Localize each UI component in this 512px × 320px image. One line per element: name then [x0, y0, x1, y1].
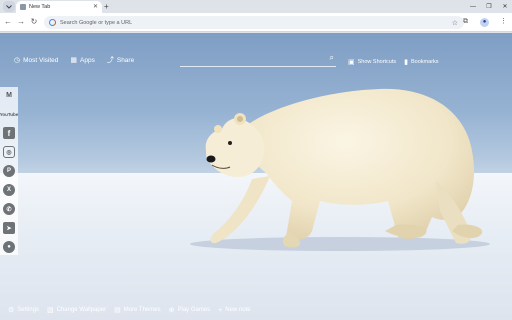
x-icon[interactable]: X	[3, 184, 15, 196]
play-games-label: Play Games	[177, 307, 211, 313]
show-shortcuts-label: Show Shortcuts	[357, 59, 397, 65]
reload-icon[interactable]: ↻	[29, 17, 39, 27]
more-themes-label: More Themes	[123, 307, 161, 313]
bookmark-icon: ▮	[404, 59, 409, 66]
search-icon[interactable]: ⌕	[330, 53, 334, 63]
close-icon[interactable]: ✕	[93, 4, 98, 10]
reddit-icon[interactable]: ●	[3, 241, 15, 253]
tab-favicon-icon	[20, 4, 26, 10]
back-icon[interactable]: ←	[3, 17, 13, 27]
games-icon: ⊕	[168, 307, 175, 314]
apps-icon: ▦	[70, 57, 78, 64]
play-games-button[interactable]: ⊕ Play Games	[169, 306, 211, 314]
themes-icon: ▤	[114, 307, 121, 314]
address-placeholder: Search Google or type a URL	[60, 19, 133, 26]
pinterest-icon[interactable]: P	[3, 165, 15, 177]
google-icon	[49, 19, 56, 26]
bookmarks-label: Bookmarks	[411, 59, 439, 65]
menu-kebab-icon[interactable]: ⋮	[499, 17, 508, 27]
chevron-down-icon	[6, 4, 12, 9]
close-window-icon[interactable]: ✕	[502, 3, 508, 10]
right-links: ▣ Show Shortcuts ▮ Bookmarks	[348, 58, 439, 66]
top-links: ◷ Most Visited ▦ Apps ⤴ Share	[14, 55, 134, 65]
settings-label: Settings	[17, 307, 39, 313]
forward-icon[interactable]: →	[16, 17, 26, 27]
restore-icon[interactable]: ❐	[486, 3, 492, 10]
social-sidebar: M You Tube f ◎ P X ✆ ➤ ●	[0, 87, 18, 255]
tab-title: New Tab	[29, 4, 51, 10]
settings-icon: ⚙	[8, 307, 15, 314]
polar-bear-image	[205, 88, 483, 248]
new-note-button[interactable]: + New note	[218, 307, 250, 314]
most-visited-button[interactable]: ◷ Most Visited	[14, 56, 59, 65]
share-button[interactable]: ⤴ Share	[107, 55, 134, 65]
browser-toolbar: ← → ↻ Search Google or type a URL ☆ ⧉ ● …	[0, 13, 512, 32]
tab-strip: New Tab ✕ + — ❐ ✕	[0, 0, 512, 13]
extensions-icon[interactable]: ⧉	[461, 17, 470, 27]
new-note-label: New note	[225, 307, 251, 313]
wallpaper-icon: ▧	[46, 307, 54, 314]
bookmark-star-icon[interactable]: ☆	[452, 19, 458, 27]
tab-new-tab[interactable]: New Tab ✕	[16, 1, 102, 13]
bottom-bar: ⚙ Settings ▧ Change Wallpaper ▤ More The…	[8, 306, 251, 315]
change-wallpaper-label: Change Wallpaper	[56, 307, 107, 313]
show-shortcuts-button[interactable]: ▣ Show Shortcuts	[348, 58, 396, 66]
history-icon: ◷	[14, 57, 21, 64]
gmail-icon[interactable]: M	[3, 89, 15, 101]
share-label: Share	[116, 56, 135, 64]
search-input[interactable]: ⌕	[180, 53, 336, 67]
toolbar-actions: ⧉ ● ⋮	[461, 17, 508, 27]
address-bar[interactable]: Search Google or type a URL ☆	[44, 16, 464, 29]
telegram-icon[interactable]: ➤	[3, 222, 15, 234]
window-controls: — ❐ ✕	[470, 0, 508, 13]
bookmarks-button[interactable]: ▮ Bookmarks	[404, 58, 438, 66]
plus-icon: +	[218, 306, 223, 314]
new-tab-page: ◷ Most Visited ▦ Apps ⤴ Share ⌕ ▣ Show S…	[0, 33, 512, 320]
share-icon: ⤴	[106, 57, 114, 64]
profile-avatar-icon[interactable]: ●	[480, 17, 489, 27]
youtube-icon[interactable]: You Tube	[0, 108, 18, 120]
tab-search-button[interactable]	[3, 1, 15, 12]
apps-label: Apps	[80, 56, 95, 64]
new-tab-button[interactable]: +	[104, 1, 109, 12]
most-visited-label: Most Visited	[23, 56, 59, 64]
change-wallpaper-button[interactable]: ▧ Change Wallpaper	[47, 306, 106, 314]
instagram-icon[interactable]: ◎	[3, 146, 15, 158]
facebook-icon[interactable]: f	[3, 127, 15, 139]
apps-button[interactable]: ▦ Apps	[70, 56, 95, 65]
more-themes-button[interactable]: ▤ More Themes	[114, 306, 161, 314]
minimize-icon[interactable]: —	[470, 4, 476, 10]
settings-button[interactable]: ⚙ Settings	[8, 306, 39, 314]
shortcuts-icon: ▣	[348, 59, 355, 66]
whatsapp-icon[interactable]: ✆	[3, 203, 15, 215]
